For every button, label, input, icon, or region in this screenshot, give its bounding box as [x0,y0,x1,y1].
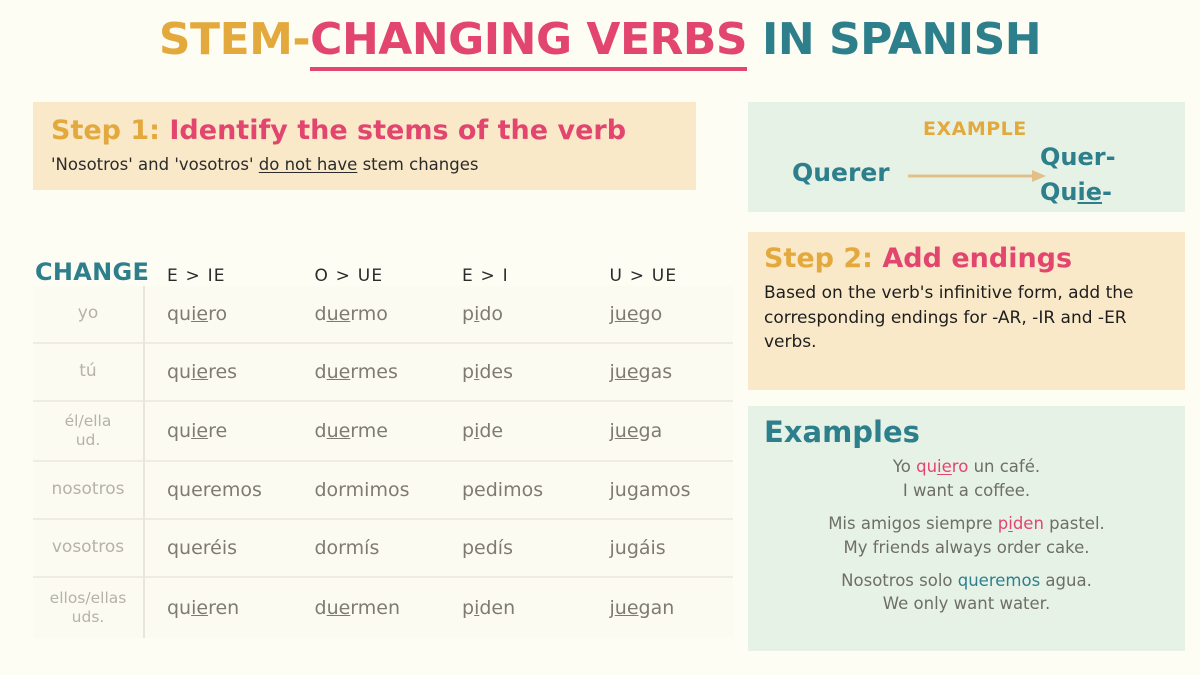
step2-label: Step 2: [764,243,873,274]
step1-subtitle: 'Nosotros' and 'vosotros' do not have st… [51,155,678,174]
conjugation-table: CHANGE E > IE O > UE E > I U > UE yo quie… [33,244,733,638]
step1-title: Identify the stems of the verb [159,115,627,146]
table-header-change: CHANGE [35,258,150,286]
step2-heading: Step 2: Add endings [764,243,1169,275]
example-box: EXAMPLE Querer Quer- Quie- [748,102,1185,212]
example-sentence-english: I want a coffee. [902,480,1031,500]
table-cell-conjugation: quiero [167,303,228,325]
example-sentence-group: Nosotros solo queremos agua. We only want… [764,569,1169,616]
table-cell-conjugation: pide [462,420,504,442]
table-row-pronoun: él/ella ud. [64,411,112,449]
table-cell-conjugation: quieres [167,361,238,383]
example-stems: Quer- Quie- [1040,140,1116,210]
table-cell-conjugation: dormís [314,537,380,559]
example-sentence-group: Yo quiero un café. I want a coffee. [764,455,1169,502]
example-stem-line1: Quer- [1040,143,1116,171]
table-cell-conjugation: jugáis [609,537,666,559]
step1-sub-pre: 'Nosotros' and 'vosotros' [51,154,259,174]
step2-box: Step 2: Add endings Based on the verb's … [748,232,1185,390]
table-cell-conjugation: dormimos [314,479,410,501]
table-cell-conjugation: duerme [314,420,388,442]
table-cell-conjugation: jugamos [609,479,691,501]
examples-box: Examples Yo quiero un café. I want a coff… [748,406,1185,651]
table-vertical-divider [143,286,145,638]
table-row: yo quiero duermo pido juego [33,286,733,344]
table-cell-conjugation: juego [609,303,663,325]
example-sentence-spanish: Mis amigos siempre piden pastel. [828,514,1105,534]
table-cell-conjugation: pedimos [462,479,544,501]
table-cell-conjugation: pides [462,361,513,383]
table-cell-conjugation: pedís [462,537,513,559]
examples-list: Yo quiero un café. I want a coffee. Mis am… [764,455,1169,616]
title-part-changing-verbs: CHANGING VERBS [310,14,748,71]
step1-sub-post: stem changes [357,154,479,174]
table-cell-conjugation: duermen [314,597,401,619]
table-rows-container: yo quiero duermo pido juego tú quieres duermes p… [33,286,733,638]
step1-label: Step 1: [51,115,160,146]
table-row-pronoun: yo [77,303,99,324]
example-sentence-english: My friends always order cake. [843,537,1090,557]
table-cell-conjugation: juegan [609,597,675,619]
table-body: yo quiero duermo pido juego tú quieres duermes p… [33,286,733,638]
example-highlight: quiero [916,457,969,477]
table-row-pronoun: tú [79,361,97,382]
page-title: STEM-CHANGING VERBS IN SPANISH [0,14,1200,71]
example-infinitive: Querer [792,158,890,187]
step1-sub-emphasis: do not have [258,154,358,174]
example-label: EXAMPLE [923,118,1027,140]
table-row: tú quieres duermes pides juegas [33,344,733,402]
title-part-stem: STEM- [158,14,311,65]
table-row-pronoun: ellos/ellas uds. [49,588,127,626]
table-header-col-0: E > IE [167,266,226,286]
example-highlight: queremos [957,571,1041,591]
table-header-row: CHANGE E > IE O > UE E > I U > UE [33,244,733,286]
step2-title: Add endings [872,243,1073,274]
table-row: vosotros queréis dormís pedís jugáis [33,520,733,578]
step1-heading: Step 1: Identify the stems of the verb [51,114,678,148]
examples-heading: Examples [764,415,920,449]
title-part-in-spanish: IN SPANISH [747,14,1042,65]
table-row: nosotros queremos dormimos pedimos jugamos [33,462,733,520]
example-sentence-english: We only want water. [882,594,1051,614]
table-header-col-1: O > UE [314,266,384,286]
step2-body-text: Based on the verb's infinitive form, add… [764,283,1134,352]
table-cell-conjugation: duermo [314,303,388,325]
example-sentence-spanish: Nosotros solo queremos agua. [841,571,1092,591]
table-cell-conjugation: pido [462,303,504,325]
table-row: él/ella ud. quiere duerme pide juega [33,402,733,462]
example-sentence-group: Mis amigos siempre piden pastel. My frien… [764,512,1169,559]
table-cell-conjugation: piden [462,597,516,619]
table-header-col-2: E > I [462,266,509,286]
example-highlight: piden [997,514,1044,534]
table-header-col-3: U > UE [609,266,678,286]
example-stem-line2: Quie- [1040,177,1112,206]
infographic-page: STEM-CHANGING VERBS IN SPANISH Step 1: I… [0,0,1200,675]
table-cell-conjugation: queremos [167,479,262,501]
step1-box: Step 1: Identify the stems of the verb '… [33,102,696,190]
table-row: ellos/ellas uds. quieren duermen piden juegan [33,578,733,638]
table-cell-conjugation: juegas [609,361,673,383]
table-cell-conjugation: juega [609,420,663,442]
table-row-pronoun: vosotros [51,537,125,558]
table-cell-conjugation: duermes [314,361,398,383]
table-cell-conjugation: queréis [167,537,238,559]
arrow-right-icon [908,168,1046,182]
table-cell-conjugation: quieren [167,597,240,619]
example-sentence-spanish: Yo quiero un café. [892,457,1041,477]
table-cell-conjugation: quiere [167,420,228,442]
table-row-pronoun: nosotros [51,479,125,500]
